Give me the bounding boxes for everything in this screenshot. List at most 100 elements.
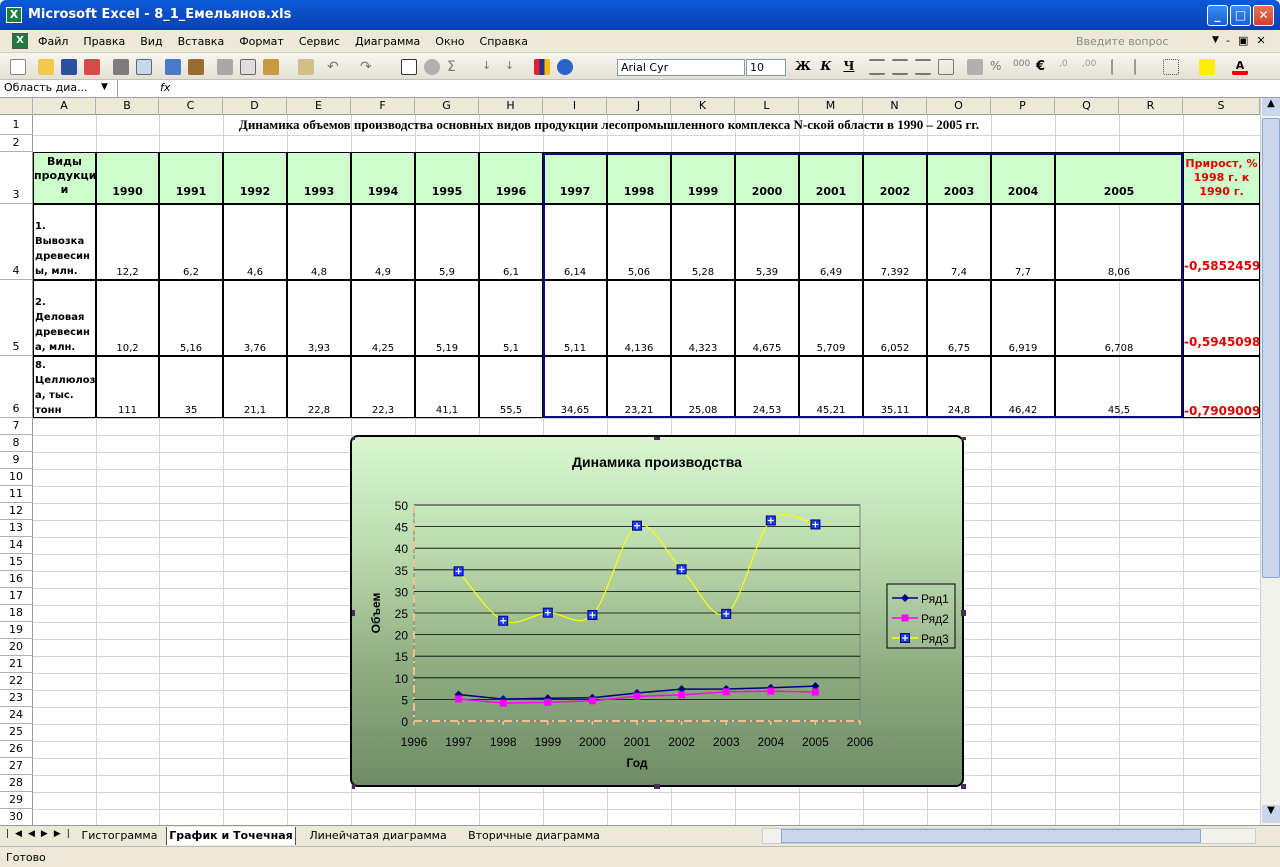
menu-format[interactable]: Формат	[239, 35, 284, 51]
spellcheck-icon[interactable]	[165, 59, 181, 75]
row-header-6[interactable]: 6	[0, 356, 33, 418]
row-header-25[interactable]: 25	[0, 724, 33, 741]
menu-insert[interactable]: Вставка	[178, 35, 225, 51]
year-header-2003[interactable]: 2003	[927, 152, 991, 204]
tab-secondary-charts[interactable]: Вторичные диаграмма	[460, 827, 608, 845]
menu-file[interactable]: Файл	[38, 35, 68, 51]
data-cell[interactable]: 4,675	[735, 280, 799, 356]
print-icon[interactable]	[113, 59, 129, 75]
column-header-b[interactable]: B	[96, 98, 159, 115]
chart-wizard-icon[interactable]	[534, 59, 550, 75]
data-cell[interactable]: 35,11	[863, 356, 927, 418]
year-header-1991[interactable]: 1991	[159, 152, 223, 204]
row-header-28[interactable]: 28	[0, 775, 33, 792]
resize-handle[interactable]	[654, 434, 660, 440]
new-file-icon[interactable]	[10, 59, 26, 75]
menu-tools[interactable]: Сервис	[299, 35, 340, 51]
data-point-series-2[interactable]	[588, 697, 596, 705]
row-header-17[interactable]: 17	[0, 588, 33, 605]
column-header-e[interactable]: E	[287, 98, 351, 115]
column-header-l[interactable]: L	[735, 98, 799, 115]
data-cell[interactable]: 23,21	[607, 356, 671, 418]
year-header-1990[interactable]: 1990	[96, 152, 159, 204]
data-cell[interactable]: 7,392	[863, 204, 927, 280]
data-cell[interactable]: 3,76	[223, 280, 287, 356]
column-header-k[interactable]: K	[671, 98, 735, 115]
vertical-scrollbar[interactable]: ▲ ▼	[1260, 98, 1280, 825]
chart-svg[interactable]: Динамика производства 0 5 10 15 20 25 30 35 40 45 5…	[349, 434, 967, 790]
help-icon[interactable]	[557, 59, 573, 75]
data-cell[interactable]: 21,1	[223, 356, 287, 418]
growth-value-cell[interactable]: -0,5945098	[1183, 280, 1260, 356]
data-cell[interactable]: 6,1	[479, 204, 543, 280]
year-header-2000[interactable]: 2000	[735, 152, 799, 204]
align-left-icon[interactable]	[869, 59, 885, 75]
growth-value-cell[interactable]: -0,7909009	[1183, 356, 1260, 418]
series-line-3[interactable]	[458, 514, 816, 624]
data-cell[interactable]: 34,65	[543, 356, 607, 418]
font-name-select[interactable]: Arial Cyr	[617, 59, 745, 76]
menu-edit[interactable]: Правка	[83, 35, 125, 51]
percent-icon[interactable]: %	[990, 59, 1006, 75]
column-header-g[interactable]: G	[415, 98, 479, 115]
paste-icon[interactable]	[263, 59, 279, 75]
undo-icon[interactable]: ↶	[327, 59, 343, 75]
sheet-title-cell[interactable]: Динамика объемов производства основных в…	[33, 115, 1185, 135]
row-header-1[interactable]: 1	[0, 115, 33, 135]
worksheet-grid[interactable]: ABCDEFGHIJKLMNOPQRS 1 2 3 4 5 6 7 8 9 10 11 12 13 14 1…	[0, 98, 1260, 825]
year-header-2002[interactable]: 2002	[863, 152, 927, 204]
data-cell[interactable]: 46,42	[991, 356, 1055, 418]
tab-histogram[interactable]: Гистограмма	[77, 827, 162, 845]
row-header-8[interactable]: 8	[0, 435, 33, 452]
redo-icon[interactable]: ↷	[360, 59, 376, 75]
open-folder-icon[interactable]	[38, 59, 54, 75]
row-header-24[interactable]: 24	[0, 707, 33, 724]
scroll-up-icon[interactable]: ▲	[1262, 98, 1280, 116]
resize-handle[interactable]	[961, 434, 967, 440]
year-header-2001[interactable]: 2001	[799, 152, 863, 204]
menu-view[interactable]: Вид	[140, 35, 162, 51]
column-header-a[interactable]: A	[33, 98, 96, 115]
select-all-corner[interactable]	[0, 98, 33, 115]
italic-button[interactable]: К	[817, 59, 835, 76]
year-header-1998[interactable]: 1998	[607, 152, 671, 204]
tab-bar-chart[interactable]: Линейчатая диаграмма	[304, 827, 452, 845]
maximize-button[interactable]: □	[1230, 5, 1251, 26]
column-header-j[interactable]: J	[607, 98, 671, 115]
y-axis-label[interactable]: Объем	[369, 593, 383, 634]
thousands-icon[interactable]: 000	[1013, 59, 1030, 75]
row-header-5[interactable]: 5	[0, 280, 33, 356]
data-cell[interactable]: 6,49	[799, 204, 863, 280]
align-right-icon[interactable]	[915, 59, 931, 75]
column-header-i[interactable]: I	[543, 98, 607, 115]
row-header-29[interactable]: 29	[0, 792, 33, 809]
horizontal-scrollbar[interactable]	[762, 828, 1256, 844]
save-icon[interactable]	[61, 59, 77, 75]
fx-icon[interactable]: fx	[160, 81, 170, 94]
row-header-10[interactable]: 10	[0, 469, 33, 486]
resize-handle[interactable]	[349, 784, 355, 790]
borders-icon[interactable]	[1163, 59, 1179, 75]
merge-center-icon[interactable]	[938, 59, 954, 75]
copy-icon[interactable]	[240, 59, 256, 75]
font-color-icon[interactable]: A	[1232, 59, 1248, 75]
column-header-q[interactable]: Q	[1055, 98, 1119, 115]
data-cell[interactable]: 111	[96, 356, 159, 418]
data-point-series-2[interactable]	[722, 688, 730, 696]
row-header-19[interactable]: 19	[0, 622, 33, 639]
data-cell[interactable]: 4,323	[671, 280, 735, 356]
data-cell[interactable]: 4,136	[607, 280, 671, 356]
data-cell[interactable]: 45,21	[799, 356, 863, 418]
drawing-icon[interactable]	[424, 59, 440, 75]
data-cell[interactable]: 35	[159, 356, 223, 418]
data-point-series-2[interactable]	[678, 691, 686, 699]
resize-handle[interactable]	[654, 784, 660, 790]
data-cell[interactable]: 4,6	[223, 204, 287, 280]
column-header-s[interactable]: S	[1183, 98, 1260, 115]
resize-handle[interactable]	[349, 434, 355, 440]
menu-help[interactable]: Справка	[480, 35, 528, 51]
resize-handle[interactable]	[961, 784, 967, 790]
legend-label-2[interactable]: Ряд2	[921, 612, 949, 626]
sort-descending-icon[interactable]: ↓	[505, 59, 521, 75]
chart-area[interactable]: Динамика производства 0 5 10 15 20 25 30 35 40 45 5…	[349, 434, 967, 790]
